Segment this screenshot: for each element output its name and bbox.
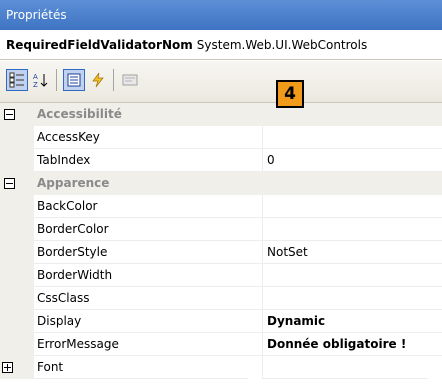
svg-text:Z: Z <box>33 81 38 88</box>
property-name: BorderWidth <box>34 264 262 287</box>
property-name: AccessKey <box>34 126 262 149</box>
property-value[interactable] <box>262 287 442 310</box>
property-row-font[interactable]: Font <box>0 356 442 379</box>
property-name: BackColor <box>34 195 262 218</box>
property-value[interactable]: 0 <box>262 149 442 172</box>
property-name: CssClass <box>34 287 262 310</box>
property-row-display[interactable]: Display Dynamic <box>0 310 442 333</box>
property-value[interactable] <box>262 264 442 287</box>
property-value[interactable] <box>262 356 428 379</box>
property-value[interactable]: Donnée obligatoire ! <box>262 333 442 356</box>
category-accessibilite[interactable]: Accessibilité <box>0 103 442 126</box>
expand-icon[interactable] <box>2 362 13 373</box>
property-grid: Accessibilité AccessKey TabIndex 0 Appar… <box>0 103 442 390</box>
property-row-borderwidth[interactable]: BorderWidth <box>0 264 442 287</box>
property-row-tabindex[interactable]: TabIndex 0 <box>0 149 442 172</box>
toolbar-separator <box>56 69 57 91</box>
property-pages-icon[interactable] <box>119 69 141 91</box>
property-name: Display <box>34 310 262 333</box>
properties-view-icon[interactable] <box>63 69 85 91</box>
property-value[interactable]: NotSet <box>262 241 442 264</box>
property-name: BorderColor <box>34 218 262 241</box>
categorized-view-icon[interactable] <box>6 69 28 91</box>
collapse-icon[interactable] <box>4 178 15 189</box>
window-title-bar: Propriétés <box>0 0 442 30</box>
property-toolbar: A Z <box>0 61 442 103</box>
step-number-badge: 4 <box>276 80 304 108</box>
property-value[interactable] <box>262 126 442 149</box>
object-name: RequiredFieldValidatorNom <box>6 38 193 52</box>
category-apparence[interactable]: Apparence <box>0 172 442 195</box>
property-value[interactable]: Dynamic <box>262 310 442 333</box>
toolbar-separator <box>113 69 114 91</box>
property-name: ErrorMessage <box>34 333 262 356</box>
window-title: Propriétés <box>6 8 67 22</box>
events-view-icon[interactable] <box>87 69 109 91</box>
property-value[interactable] <box>262 218 442 241</box>
property-row-backcolor[interactable]: BackColor <box>0 195 442 218</box>
alphabetical-sort-icon[interactable]: A Z <box>30 69 52 91</box>
property-name: TabIndex <box>34 149 262 172</box>
property-row-borderstyle[interactable]: BorderStyle NotSet <box>0 241 442 264</box>
property-name: Font <box>20 356 248 379</box>
property-row-cssclass[interactable]: CssClass <box>0 287 442 310</box>
svg-text:A: A <box>33 73 38 81</box>
object-selector[interactable]: RequiredFieldValidatorNom System.Web.UI.W… <box>0 30 442 60</box>
collapse-icon[interactable] <box>4 109 15 120</box>
property-row-accesskey[interactable]: AccessKey <box>0 126 442 149</box>
property-row-bordercolor[interactable]: BorderColor <box>0 218 442 241</box>
category-label: Apparence <box>37 176 110 190</box>
property-value[interactable] <box>262 195 442 218</box>
property-name: BorderStyle <box>34 241 262 264</box>
object-type: System.Web.UI.WebControls <box>196 38 368 52</box>
property-row-errormessage[interactable]: ErrorMessage Donnée obligatoire ! <box>0 333 442 356</box>
category-label: Accessibilité <box>37 107 122 121</box>
